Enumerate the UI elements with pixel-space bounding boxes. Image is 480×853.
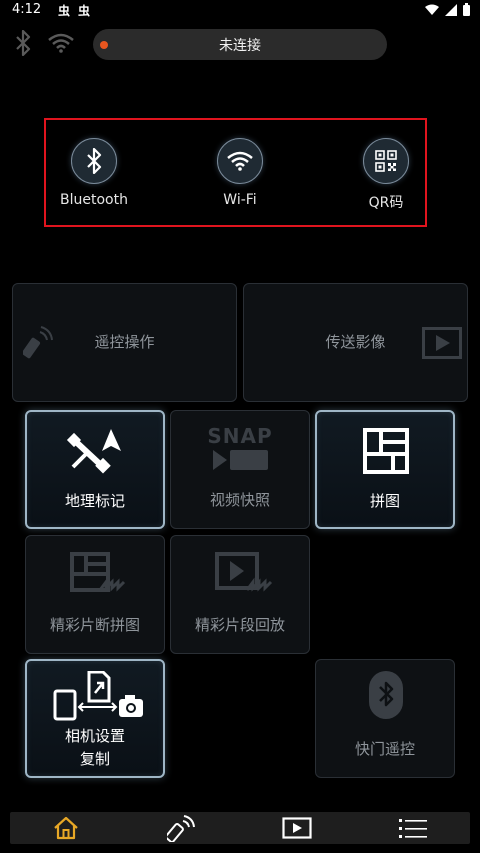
- camera-settings-copy-tile[interactable]: 相机设置 复制: [25, 659, 165, 778]
- remote-operation-label: 遥控操作: [94, 333, 155, 351]
- collage-label: 拼图: [369, 492, 400, 510]
- nav-home[interactable]: [41, 812, 91, 844]
- wifi-status-icon: [48, 33, 74, 53]
- battery-icon: [463, 3, 470, 16]
- remote-control-icon: [23, 326, 53, 359]
- qr-code-icon: [363, 138, 409, 184]
- bluetooth-connect-button[interactable]: Bluetooth: [39, 138, 149, 208]
- connection-status-text: 未连接: [219, 37, 261, 54]
- status-icons: [425, 3, 470, 16]
- highlight-playback-label: 精彩片段回放: [194, 616, 285, 634]
- wifi-icon: [217, 138, 263, 184]
- collage-icon: [363, 428, 409, 474]
- nav-playback[interactable]: [272, 812, 322, 844]
- wifi-status-icon: [425, 4, 439, 15]
- bluetooth-icon: [71, 138, 117, 184]
- connection-options: Bluetooth Wi-Fi QR码: [44, 118, 427, 227]
- bluetooth-status-icon: [16, 30, 31, 56]
- connection-status-bar[interactable]: 未连接: [93, 29, 387, 60]
- geotag-tile[interactable]: 地理标记: [25, 410, 165, 529]
- signal-icon: [445, 3, 457, 16]
- status-bar: 4:12 虫 虫: [0, 0, 480, 22]
- status-time: 4:12: [12, 2, 42, 17]
- remote-operation-tile[interactable]: 遥控操作: [12, 283, 237, 402]
- snap-movie-label: 视频快照: [209, 491, 270, 509]
- qr-label: QR码: [368, 195, 404, 211]
- wifi-connect-button[interactable]: Wi-Fi: [185, 138, 295, 208]
- collage-tile[interactable]: 拼图: [315, 410, 455, 529]
- menu-icon: [399, 819, 427, 838]
- camera-settings-copy-text: 相机设置 复制: [27, 725, 163, 771]
- bluetooth-shutter-icon: [369, 671, 403, 719]
- shutter-remote-tile[interactable]: 快门遥控: [315, 659, 455, 778]
- home-icon: [54, 816, 78, 840]
- camera-settings-copy-label-1: 相机设置: [64, 727, 125, 745]
- highlight-collage-icon: [70, 552, 126, 592]
- shutter-remote-label: 快门遥控: [354, 740, 415, 758]
- wifi-label: Wi-Fi: [223, 192, 257, 208]
- highlight-collage-tile[interactable]: 精彩片断拼图: [25, 535, 165, 654]
- main-screen: 4:12 虫 虫 未连接 Bluetooth Wi-Fi QR码 遥控操作 传送…: [0, 0, 480, 853]
- highlight-playback-icon: [215, 552, 273, 592]
- nav-remote[interactable]: [157, 812, 207, 844]
- playback-screen-icon: [422, 327, 462, 359]
- camera-settings-copy-icon: [53, 671, 143, 721]
- snap-movie-tile[interactable]: SNAP 视频快照: [170, 410, 310, 529]
- qr-connect-button[interactable]: QR码: [331, 138, 441, 212]
- camera-settings-copy-label-2: 复制: [79, 750, 110, 768]
- movie-camera-icon: [213, 450, 268, 470]
- bluetooth-label: Bluetooth: [60, 192, 128, 208]
- transfer-image-label: 传送影像: [325, 333, 386, 351]
- nav-menu[interactable]: [388, 812, 438, 844]
- play-icon: [282, 817, 312, 839]
- connection-status-dot: [100, 41, 108, 49]
- snap-icon-text: SNAP: [207, 424, 273, 448]
- remote-icon: [167, 815, 195, 842]
- geotag-label: 地理标记: [64, 492, 125, 510]
- geotag-icon: [66, 429, 121, 474]
- transfer-image-tile[interactable]: 传送影像: [243, 283, 468, 402]
- highlight-playback-tile[interactable]: 精彩片段回放: [170, 535, 310, 654]
- notification-icon: 虫: [78, 4, 91, 18]
- bottom-navigation: [10, 812, 470, 844]
- notification-icon: 虫: [58, 4, 71, 18]
- highlight-collage-label: 精彩片断拼图: [49, 616, 140, 634]
